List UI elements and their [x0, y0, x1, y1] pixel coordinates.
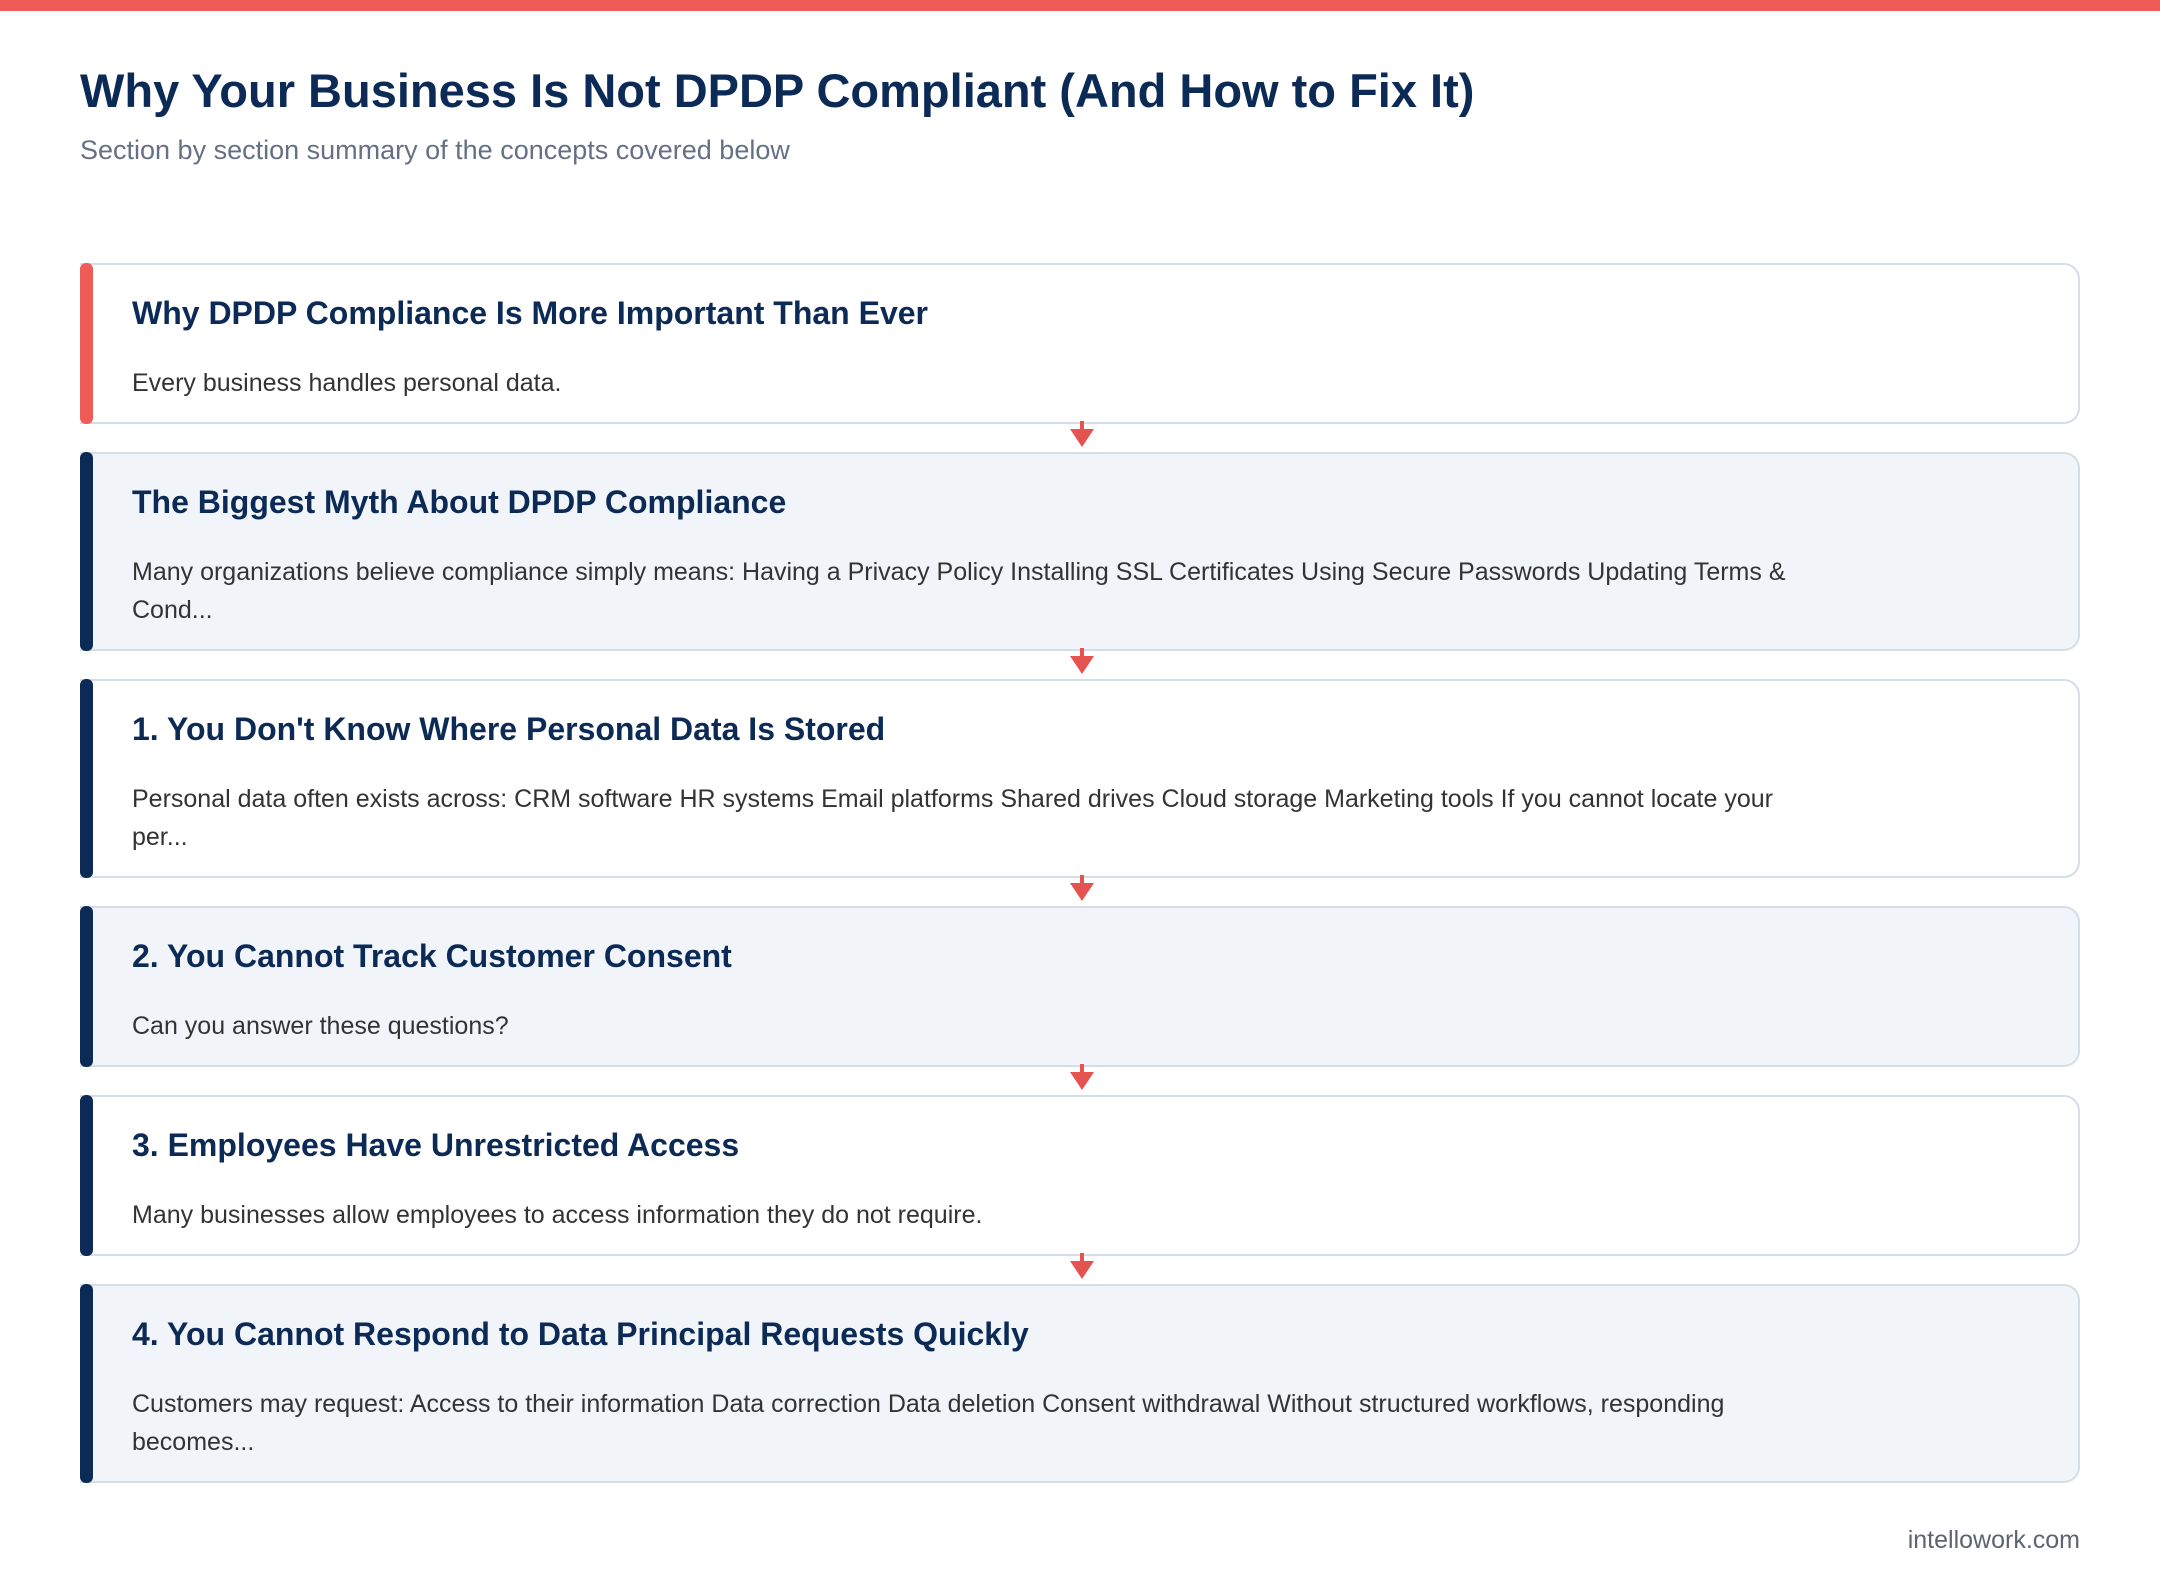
page-title: Why Your Business Is Not DPDP Compliant …	[80, 64, 1475, 117]
arrow-down-icon	[1070, 648, 1094, 674]
section-title: 2. You Cannot Track Customer Consent	[132, 938, 732, 974]
arrow-down-icon	[1070, 1064, 1094, 1090]
section-title: The Biggest Myth About DPDP Compliance	[132, 484, 787, 520]
section-timeline: Why DPDP Compliance Is More Important Th…	[80, 263, 2080, 1483]
section-card-data-location: 1. You Don't Know Where Personal Data Is…	[80, 679, 2080, 878]
section-title: 3. Employees Have Unrestricted Access	[132, 1127, 740, 1163]
section-title: 4. You Cannot Respond to Data Principal …	[132, 1316, 1029, 1352]
section-summary: Every business handles personal data.	[132, 369, 562, 397]
section-title: Why DPDP Compliance Is More Important Th…	[132, 295, 928, 331]
page-subtitle: Section by section summary of the concep…	[80, 135, 790, 165]
section-summary: Personal data often exists across: CRM s…	[132, 785, 1773, 851]
section-card-importance: Why DPDP Compliance Is More Important Th…	[80, 263, 2080, 424]
connector	[80, 1253, 2080, 1284]
connector	[80, 421, 2080, 452]
connector	[80, 1064, 2080, 1095]
section-card-requests: 4. You Cannot Respond to Data Principal …	[80, 1284, 2080, 1483]
connector	[80, 648, 2080, 679]
section-card-access: 3. Employees Have Unrestricted Access Ma…	[80, 1095, 2080, 1256]
section-summary: Many organizations believe compliance si…	[132, 558, 1786, 624]
section-summary: Many businesses allow employees to acces…	[132, 1201, 983, 1229]
section-summary: Customers may request: Access to their i…	[132, 1390, 1725, 1456]
connector	[80, 875, 2080, 906]
section-card-consent: 2. You Cannot Track Customer Consent Can…	[80, 906, 2080, 1067]
top-accent-bar	[0, 0, 2160, 11]
section-title: 1. You Don't Know Where Personal Data Is…	[132, 711, 886, 747]
arrow-down-icon	[1070, 421, 1094, 447]
arrow-down-icon	[1070, 1253, 1094, 1279]
section-summary: Can you answer these questions?	[132, 1012, 509, 1040]
footer-domain: intellowork.com	[1907, 1526, 2080, 1554]
section-card-myth: The Biggest Myth About DPDP Compliance M…	[80, 452, 2080, 651]
arrow-down-icon	[1070, 875, 1094, 901]
